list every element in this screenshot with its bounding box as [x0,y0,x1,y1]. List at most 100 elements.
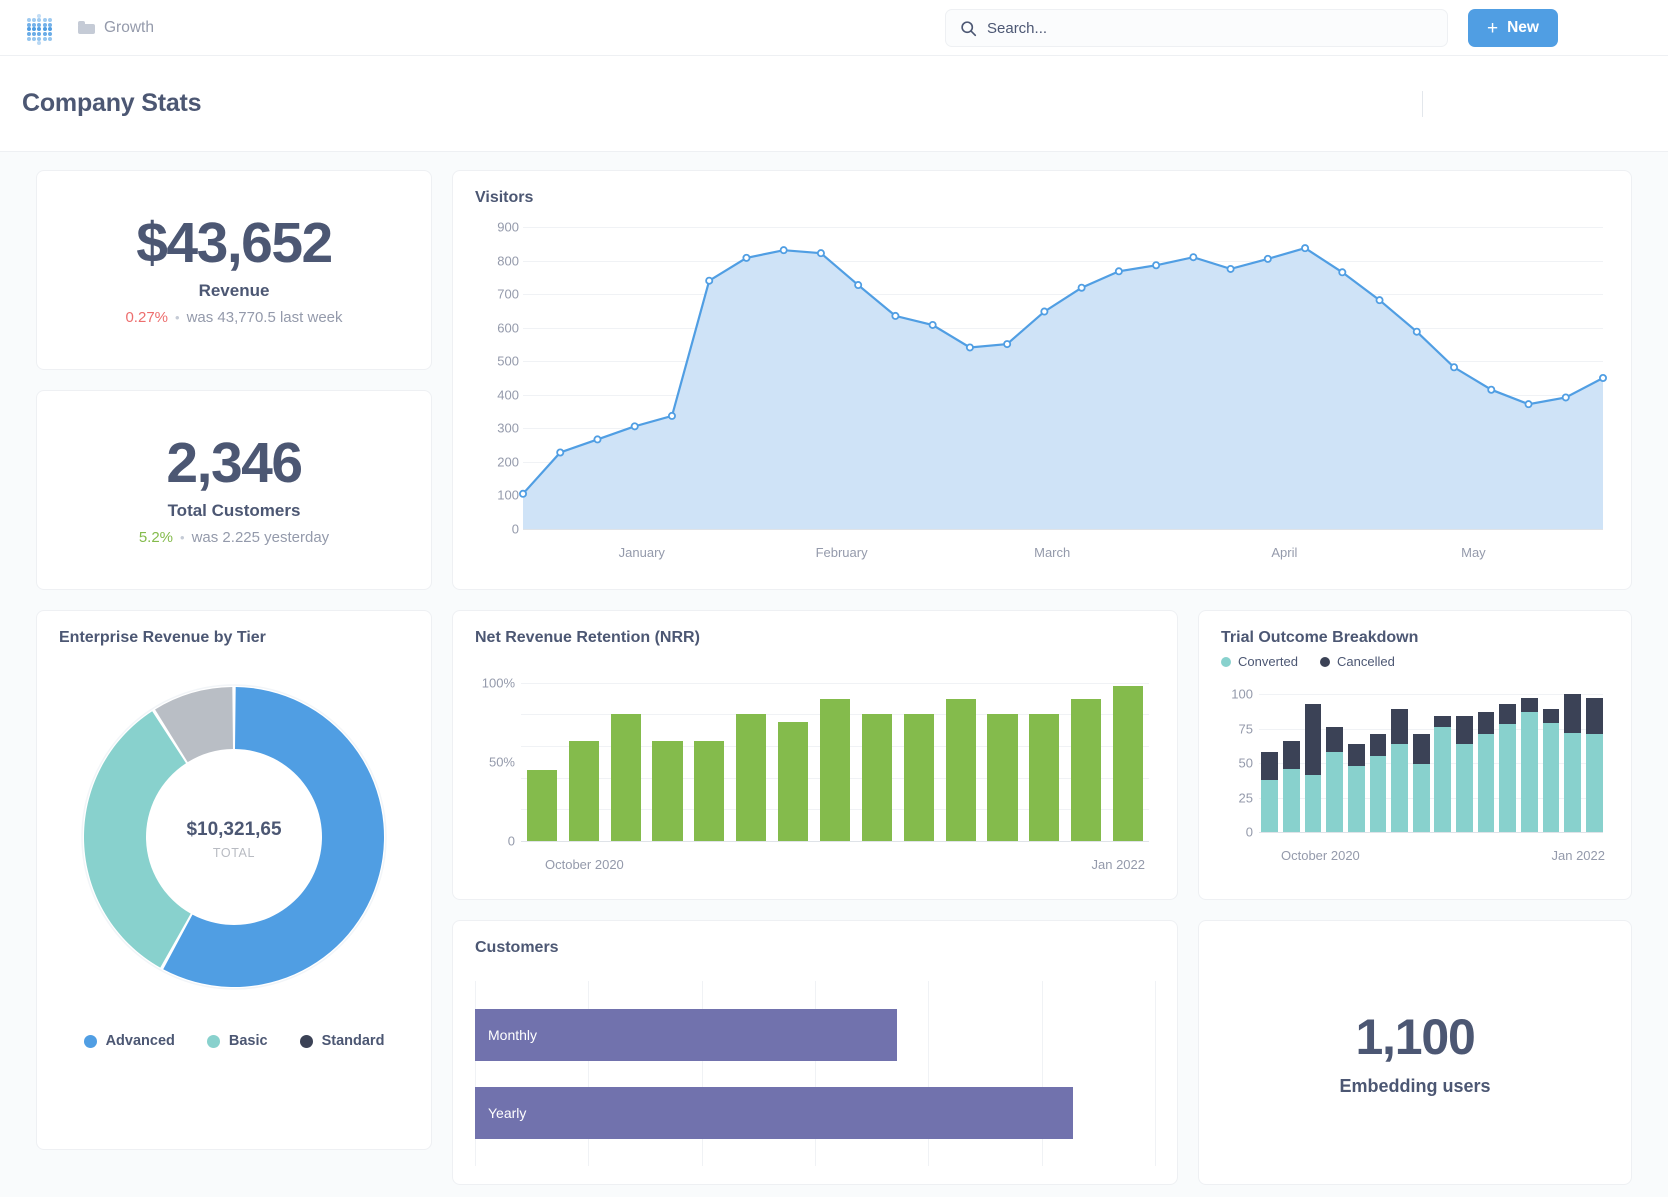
total-customers-change: 5.2% • was 2.225 yesterday [139,529,329,546]
bar[interactable] [652,741,682,841]
bar-segment-cancelled[interactable] [1499,704,1516,725]
bar[interactable] [946,699,976,841]
bar-segment-converted[interactable] [1434,727,1451,832]
trial-outcome-card[interactable]: Trial Outcome Breakdown Converted Cancell… [1198,610,1632,900]
legend-label: Converted [1238,654,1298,669]
donut-chart: $10,321,65TOTAL [59,647,409,1027]
revenue-change-pct: 0.27% [125,309,168,326]
bar[interactable] [736,714,766,841]
bar-segment-converted[interactable] [1283,769,1300,832]
x-axis-tick: March [1034,545,1070,560]
trial-stacked-bar-chart: 0255075100October 2020Jan 2022 [1221,677,1609,872]
breadcrumb[interactable]: Growth [78,19,154,37]
bar-segment-converted[interactable] [1456,744,1473,832]
bar[interactable] [1029,714,1059,841]
bar-segment-cancelled[interactable] [1456,716,1473,744]
page-title: Company Stats [22,89,201,118]
x-axis-line [521,841,1149,842]
top-navigation-bar: Growth Search... + New [0,0,1668,56]
legend-item[interactable]: Basic [207,1033,268,1049]
nrr-chart-title: Net Revenue Retention (NRR) [475,629,1155,647]
bar-segment-converted[interactable] [1499,724,1516,832]
bar[interactable] [987,714,1017,841]
bar-segment-cancelled[interactable] [1434,716,1451,727]
bar-segment-cancelled[interactable] [1564,694,1581,733]
bar-segment-converted[interactable] [1348,766,1365,832]
bar[interactable] [778,722,808,841]
horizontal-bar[interactable]: Monthly [475,1009,897,1061]
total-customers-change-pct: 5.2% [139,529,173,546]
x-axis-line [1259,832,1603,833]
bar-segment-cancelled[interactable] [1348,744,1365,766]
bar-segment-converted[interactable] [1391,744,1408,832]
visitors-area-chart: 0100200300400500600700800900JanuaryFebru… [475,219,1609,569]
donut-slice[interactable] [84,711,191,967]
bar-segment-cancelled[interactable] [1283,741,1300,769]
legend-item[interactable]: Cancelled [1320,654,1395,669]
visitors-chart-card[interactable]: Visitors 0100200300400500600700800900Jan… [452,170,1632,590]
bar-segment-converted[interactable] [1413,764,1430,832]
horizontal-bar[interactable]: Yearly [475,1087,1073,1139]
total-customers-scalar-card[interactable]: 2,346 Total Customers 5.2% • was 2.225 y… [36,390,432,590]
revenue-title: Revenue [199,281,270,301]
bar-segment-converted[interactable] [1478,734,1495,832]
bar[interactable] [1071,699,1101,841]
bar-segment-converted[interactable] [1521,712,1538,832]
search-input[interactable]: Search... [945,9,1448,47]
total-customers-comparison: was 2.225 yesterday [192,529,330,546]
embedding-users-card[interactable]: 1,100 Embedding users [1198,920,1632,1185]
bar[interactable] [904,714,934,841]
gridline [1259,694,1603,695]
bar-segment-converted[interactable] [1370,756,1387,832]
bar-segment-converted[interactable] [1543,723,1560,832]
revenue-scalar-card[interactable]: $43,652 Revenue 0.27% • was 43,770.5 las… [36,170,432,370]
revenue-change: 0.27% • was 43,770.5 last week [125,309,342,326]
new-button[interactable]: + New [1468,9,1558,47]
legend-item[interactable]: Advanced [84,1033,175,1049]
x-axis-line [523,529,1603,530]
bar[interactable] [1113,686,1143,841]
bar-segment-cancelled[interactable] [1391,709,1408,743]
bar-segment-converted[interactable] [1564,733,1581,832]
bar-segment-cancelled[interactable] [1305,704,1322,776]
bar[interactable] [694,741,724,841]
bar-segment-converted[interactable] [1305,775,1322,832]
x-axis-tick: May [1461,545,1486,560]
bar-segment-cancelled[interactable] [1586,698,1603,734]
customers-chart-card[interactable]: Customers MonthlyYearly [452,920,1178,1185]
revenue-comparison: was 43,770.5 last week [187,309,343,326]
bar[interactable] [569,741,599,841]
bar[interactable] [527,770,557,841]
bar-segment-cancelled[interactable] [1478,712,1495,734]
header-divider [1422,91,1423,117]
metabase-logo-icon[interactable] [22,11,56,45]
trial-chart-title: Trial Outcome Breakdown [1221,629,1609,647]
bar-segment-cancelled[interactable] [1261,752,1278,780]
bar-segment-converted[interactable] [1261,780,1278,832]
dashboard-row-1: $43,652 Revenue 0.27% • was 43,770.5 las… [36,170,1632,590]
legend-swatch-icon [1320,657,1330,667]
legend-item[interactable]: Converted [1221,654,1298,669]
bar-segment-converted[interactable] [1326,752,1343,832]
bar-segment-cancelled[interactable] [1543,709,1560,723]
total-customers-title: Total Customers [168,501,301,521]
gridline [1155,981,1156,1166]
bar-segment-cancelled[interactable] [1521,698,1538,712]
dashboard-canvas: $43,652 Revenue 0.27% • was 43,770.5 las… [0,152,1668,1197]
horizontal-bar-label: Monthly [475,1027,537,1043]
gridline [521,683,1149,684]
bar-segment-converted[interactable] [1586,734,1603,832]
bar[interactable] [611,714,641,841]
legend-label: Cancelled [1337,654,1395,669]
bar-segment-cancelled[interactable] [1326,727,1343,752]
bar-segment-cancelled[interactable] [1370,734,1387,756]
bar[interactable] [820,699,850,841]
plus-icon: + [1487,19,1498,38]
dashboard-row-2: Enterprise Revenue by Tier $10,321,65TOT… [36,610,1632,1185]
bar[interactable] [862,714,892,841]
bar-segment-cancelled[interactable] [1413,734,1430,764]
nrr-chart-card[interactable]: Net Revenue Retention (NRR) 050%100%Octo… [452,610,1178,900]
separator-dot: • [180,530,185,545]
enterprise-revenue-by-tier-card[interactable]: Enterprise Revenue by Tier $10,321,65TOT… [36,610,432,1150]
legend-item[interactable]: Standard [300,1033,385,1049]
